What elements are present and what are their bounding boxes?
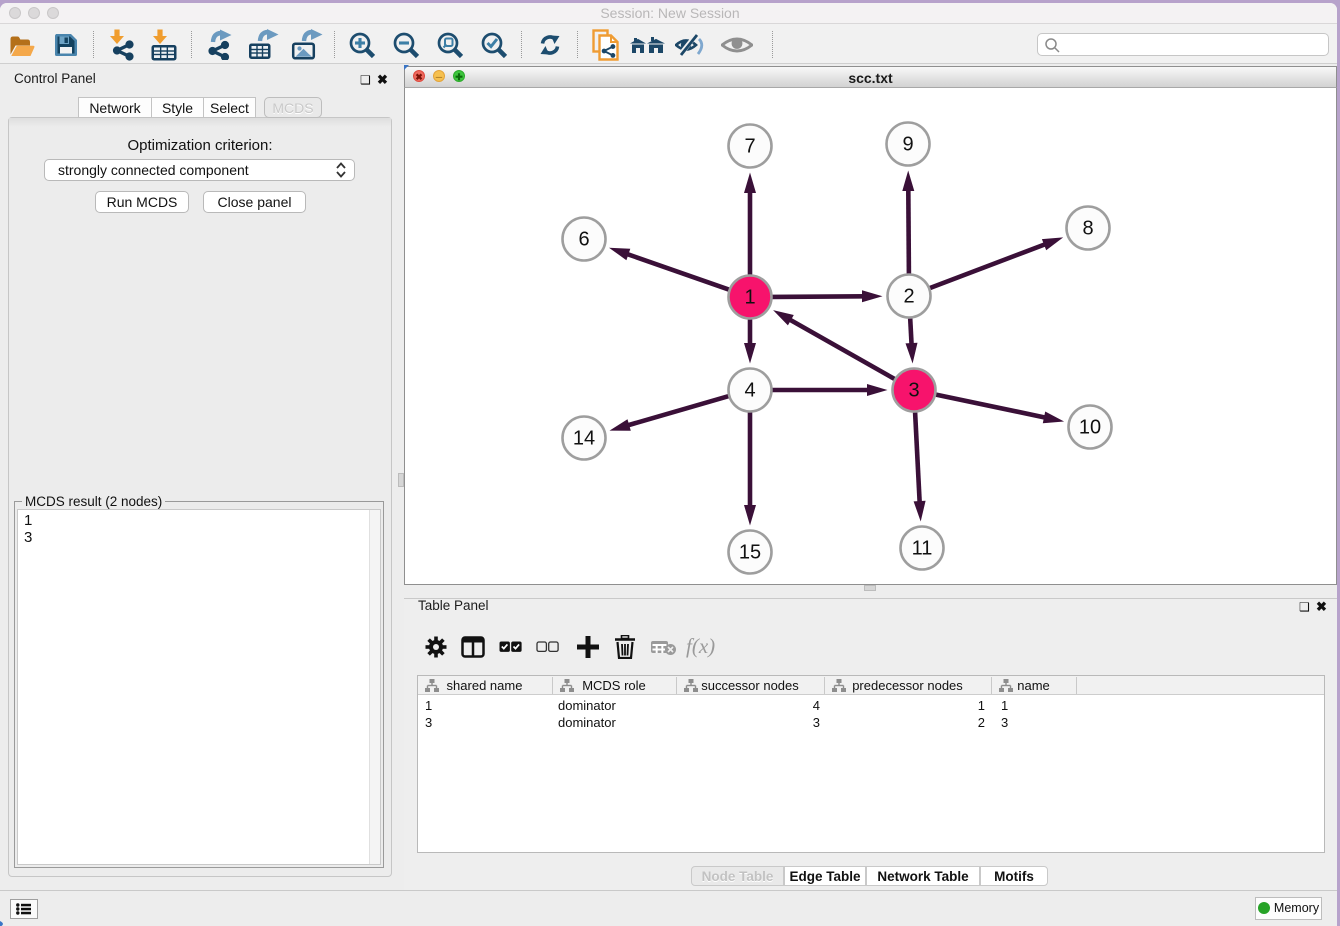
svg-text:11: 11 [912, 538, 933, 560]
svg-text:7: 7 [744, 136, 755, 158]
svg-text:8: 8 [1082, 218, 1093, 240]
svg-text:14: 14 [573, 428, 595, 450]
svg-text:1: 1 [744, 287, 755, 309]
svg-text:3: 3 [908, 380, 919, 402]
svg-text:15: 15 [739, 542, 761, 564]
svg-text:4: 4 [744, 380, 755, 402]
svg-text:9: 9 [902, 134, 913, 156]
svg-text:6: 6 [578, 229, 589, 251]
svg-text:2: 2 [903, 286, 914, 308]
svg-text:10: 10 [1079, 417, 1101, 439]
